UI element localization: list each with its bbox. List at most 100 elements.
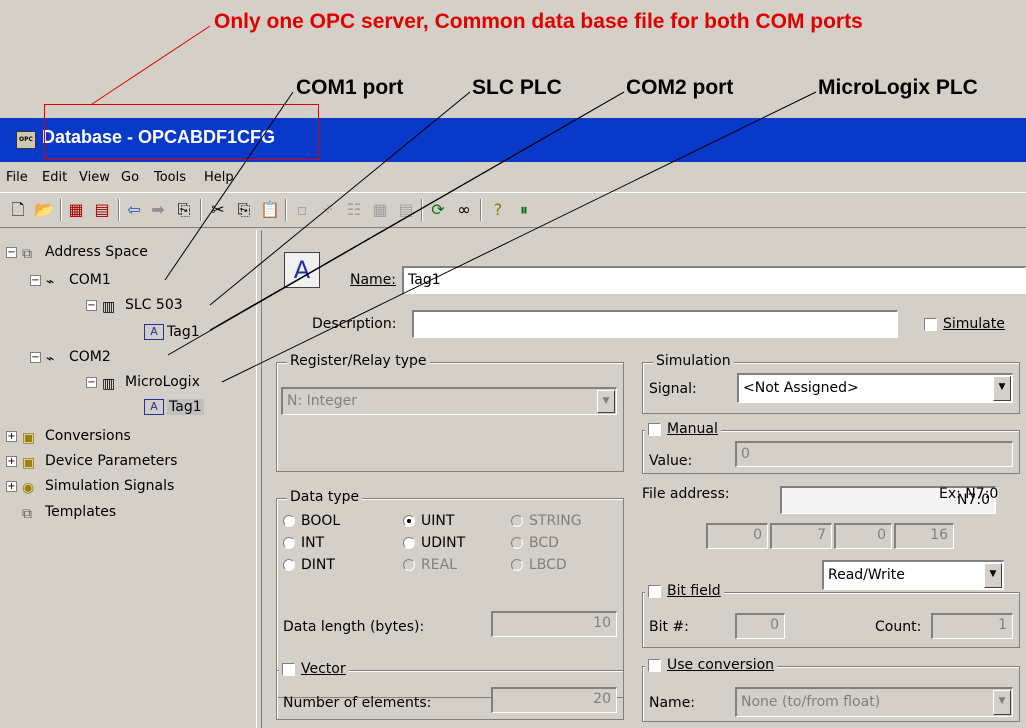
paste-icon[interactable]: 📋 xyxy=(258,198,282,222)
menu-view[interactable]: View xyxy=(79,170,110,185)
register-type-select[interactable]: N: Integer ▼ xyxy=(281,387,617,415)
open-folder-icon[interactable]: 📂 xyxy=(32,198,56,222)
port-icon: ⌁ xyxy=(46,351,55,367)
tree-item-device-parameters[interactable]: ▣ Device Parameters xyxy=(22,451,177,471)
radio-real[interactable]: REAL xyxy=(403,557,457,573)
tag-icon: A xyxy=(144,399,164,415)
menu-help[interactable]: Help xyxy=(204,170,234,185)
address-part-1[interactable]: 0 xyxy=(706,523,768,549)
collapse-toggle[interactable]: − xyxy=(6,247,17,258)
connect-icon[interactable]: ⏸ xyxy=(512,198,536,222)
access-mode-select[interactable]: Read/Write ▼ xyxy=(822,560,1004,590)
tree-item-tag1-com2[interactable]: A Tag1 xyxy=(144,397,204,417)
address-part-2[interactable]: 7 xyxy=(770,523,832,549)
signal-select[interactable]: <Not Assigned> ▼ xyxy=(737,373,1013,403)
tree-item-templates[interactable]: ⧉ Templates xyxy=(22,502,116,522)
use-conversion-checkbox[interactable]: Use conversion xyxy=(645,657,778,673)
description-label: Description: xyxy=(312,316,397,332)
list-view-icon[interactable]: ☷ xyxy=(342,198,366,222)
bit-field-checkbox[interactable]: Bit field xyxy=(645,583,724,599)
simulation-group: Simulation Signal: <Not Assigned> ▼ xyxy=(642,353,1020,414)
address-part-3[interactable]: 0 xyxy=(834,523,892,549)
name-input[interactable]: Tag1 xyxy=(402,266,1026,294)
radio-udint[interactable]: UDINT xyxy=(403,535,465,551)
new-group-icon[interactable]: ▤ xyxy=(90,198,114,222)
back-arrow-icon[interactable]: ⇦ xyxy=(122,198,146,222)
value-input[interactable]: 0 xyxy=(735,441,1013,467)
vector-check-box[interactable] xyxy=(282,662,295,676)
tree-item-conversions[interactable]: ▣ Conversions xyxy=(22,426,131,446)
tree-item-com2[interactable]: ⌁ COM2 xyxy=(46,347,111,367)
annotation-com1: COM1 port xyxy=(296,76,404,99)
up-folder-icon[interactable]: ⎘ xyxy=(172,198,196,222)
small-icons-icon[interactable]: ⁘ xyxy=(316,198,340,222)
expand-toggle[interactable]: + xyxy=(6,431,17,442)
chevron-down-icon[interactable]: ▼ xyxy=(984,563,1002,588)
tree-item-slc503[interactable]: ▥ SLC 503 xyxy=(102,295,183,315)
address-space-icon: ⧉ xyxy=(22,246,32,262)
radio-dint[interactable]: DINT xyxy=(283,557,335,573)
large-icons-icon[interactable]: ▫ xyxy=(290,198,314,222)
manual-checkbox[interactable]: Manual xyxy=(645,421,721,437)
templates-icon: ⧉ xyxy=(22,506,32,522)
annotation-com2: COM2 port xyxy=(626,76,734,99)
address-space-tree: − ⧉ Address Space − ⌁ COM1 − ▥ SLC 503 A Tag… xyxy=(0,230,256,728)
menu-tools[interactable]: Tools xyxy=(154,170,186,185)
forward-arrow-icon[interactable]: ➡ xyxy=(146,198,170,222)
copy-icon[interactable]: ⎘ xyxy=(232,198,256,222)
simulate-check-box[interactable] xyxy=(924,317,937,331)
conversion-name-select[interactable]: None (to/from float) ▼ xyxy=(735,687,1013,717)
collapse-toggle[interactable]: − xyxy=(86,300,97,311)
cut-icon[interactable]: ✂ xyxy=(206,198,230,222)
data-length-input[interactable]: 10 xyxy=(491,611,617,637)
details-view-icon[interactable]: ▦ xyxy=(368,198,392,222)
tree-item-com1[interactable]: ⌁ COM1 xyxy=(46,270,111,290)
properties-view-icon[interactable]: ▤ xyxy=(394,198,418,222)
menu-go[interactable]: Go xyxy=(121,170,139,185)
address-part-4[interactable]: 16 xyxy=(894,523,954,549)
monitor-icon[interactable]: ∞ xyxy=(452,198,476,222)
chevron-down-icon[interactable]: ▼ xyxy=(993,690,1011,715)
vector-checkbox[interactable]: Vector xyxy=(279,661,349,677)
simulate-checkbox[interactable]: Simulate xyxy=(924,316,1005,332)
collapse-toggle[interactable]: − xyxy=(86,377,97,388)
vector-group: Vector Number of elements: 20 xyxy=(276,661,624,720)
collapse-toggle[interactable]: − xyxy=(30,352,41,363)
help-icon[interactable]: ? xyxy=(486,198,510,222)
bit-field-group: Bit field Bit #: 0 Count: 1 xyxy=(642,583,1020,648)
expand-toggle[interactable]: + xyxy=(6,456,17,467)
annotation-micrologix: MicroLogix PLC xyxy=(818,76,978,99)
new-item-icon[interactable]: ▦ xyxy=(64,198,88,222)
radio-int[interactable]: INT xyxy=(283,535,324,551)
radio-uint[interactable]: UINT xyxy=(403,513,454,529)
bit-field-check-box[interactable] xyxy=(648,584,661,598)
app-icon: OPC xyxy=(16,131,36,149)
num-elements-input[interactable]: 20 xyxy=(491,687,617,713)
bit-number-input[interactable]: 0 xyxy=(735,613,785,639)
refresh-icon[interactable]: ⟳ xyxy=(426,198,450,222)
tree-item-address-space[interactable]: ⧉ Address Space xyxy=(22,242,148,262)
description-input[interactable] xyxy=(412,310,898,338)
tree-item-micrologix[interactable]: ▥ MicroLogix xyxy=(102,372,200,392)
expand-toggle[interactable]: + xyxy=(6,481,17,492)
menu-edit[interactable]: Edit xyxy=(42,170,67,185)
tree-item-tag1-com1[interactable]: A Tag1 xyxy=(144,322,200,342)
radio-string[interactable]: STRING xyxy=(511,513,582,529)
folder-icon: ◉ xyxy=(22,480,35,496)
radio-lbcd[interactable]: LBCD xyxy=(511,557,567,573)
tree-item-simulation-signals[interactable]: ◉ Simulation Signals xyxy=(22,476,174,496)
annotation-highlight-box xyxy=(44,104,319,160)
annotation-slc: SLC PLC xyxy=(472,76,562,99)
new-file-icon[interactable]: 🗋 xyxy=(6,198,30,222)
collapse-toggle[interactable]: − xyxy=(30,275,41,286)
annotation-area: Only one OPC server, Common data base fi… xyxy=(0,0,1026,118)
menu-file[interactable]: File xyxy=(6,170,28,185)
manual-check-box[interactable] xyxy=(648,422,661,436)
radio-bool[interactable]: BOOL xyxy=(283,513,340,529)
count-input[interactable]: 1 xyxy=(931,613,1013,639)
use-conversion-check-box[interactable] xyxy=(648,658,661,672)
radio-bcd[interactable]: BCD xyxy=(511,535,559,551)
chevron-down-icon[interactable]: ▼ xyxy=(993,376,1011,401)
chevron-down-icon[interactable]: ▼ xyxy=(597,390,615,413)
file-address-label: File address: xyxy=(642,486,730,502)
